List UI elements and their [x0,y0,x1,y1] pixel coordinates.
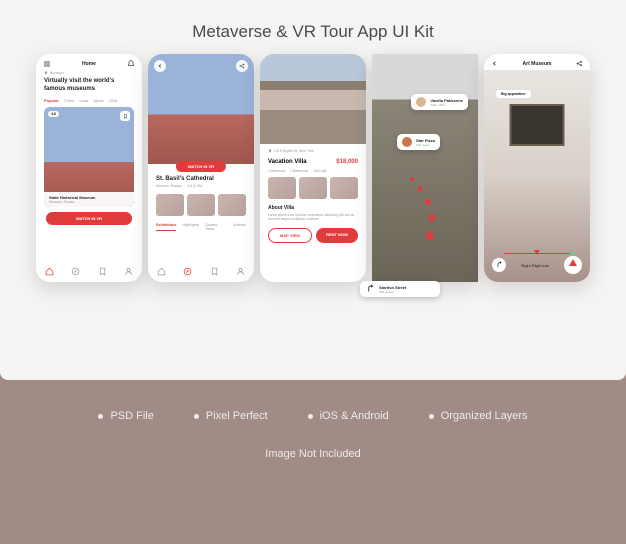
bookmark-icon[interactable] [120,111,130,121]
profile-icon[interactable] [236,267,245,276]
feature-list: PSD File Pixel Perfect iOS & Android Org… [0,380,626,438]
poi-card-pizza[interactable]: Star Pizza 100 meter [397,134,440,150]
amenity-bedrooms: 4 Bedrooms [268,169,285,173]
artwork-label[interactable]: Big apparation [496,90,531,98]
villa-thumbs [260,175,366,201]
map-view-button[interactable]: MAP VIEW [268,228,312,243]
tab-guided[interactable]: Guided Tours [205,223,227,231]
amenities-row: 4 Bedrooms 2 Bathrooms 1200 sqft [260,167,366,175]
bookmark-nav-icon[interactable] [98,267,107,276]
about-text: Lorem ipsum dolor sit amet consectetur a… [260,213,366,222]
amenity-sqft: 1200 sqft [313,169,326,173]
share-button[interactable] [236,60,248,72]
bookmark-nav-icon[interactable] [210,267,219,276]
villa-price: $18,000 [336,159,358,165]
tab-exhibitions[interactable]: Exhibitions [156,223,176,231]
museum-card[interactable]: 4.8 State Historical Museum Moscow, Russ… [44,107,134,207]
feature-layers: Organized Layers [429,410,528,422]
phone-mockups: Home Brooklyn Virtually visit the world'… [0,54,626,282]
share-icon[interactable] [576,60,583,67]
rent-now-button[interactable]: RENT NOW [316,228,358,243]
tab-japan[interactable]: Japan [93,98,104,103]
museum-controls: Slight Right turn [484,256,590,274]
thumb[interactable] [218,194,246,216]
screen-title: Home [82,61,96,67]
compass-icon[interactable] [71,267,80,276]
place-location: Moscow, Russia [156,184,181,188]
feature-pixel: Pixel Perfect [194,410,268,422]
tab-highlights[interactable]: Highlights [182,223,199,231]
watch-vr-button[interactable]: WATCH IN VR [46,212,132,225]
disclaimer-text: Image Not Included [0,438,626,460]
thumb[interactable] [187,194,215,216]
place-meta: Moscow, Russia 4.8 (2.3k) [148,184,254,192]
home-icon[interactable] [45,267,54,276]
card-rating: 4.8 [48,111,59,117]
category-tabs: Popular China India Japan USA [36,98,142,107]
poi-card-patisserie[interactable]: Vanilla Patisserie Cafe • 80m [411,94,468,110]
tab-india[interactable]: India [79,98,88,103]
feature-platforms: iOS & Android [308,410,389,422]
thumb[interactable] [268,177,296,199]
villa-hero-image [260,54,366,144]
tab-popular[interactable]: Popular [44,98,59,103]
hero-heading: Virtually visit the world's famous museu… [36,75,142,98]
bottom-nav [36,263,142,282]
poi-title: Star Pizza [416,138,435,143]
thumbnail-row [148,192,254,218]
menu-icon[interactable] [43,60,51,68]
turn-icon [365,284,375,294]
hero-image: WATCH IN VR [148,54,254,164]
nav-hint: Slight Right turn [521,263,549,268]
tab-usa[interactable]: USA [109,98,117,103]
compass-icon[interactable] [564,256,582,274]
screen-museum: Art Museum Big apparation Slight Right t… [484,54,590,282]
turn-right-button[interactable] [492,258,506,272]
villa-address: 1315 Eighth St, New York [260,144,366,153]
thumb[interactable] [156,194,184,216]
compass-icon[interactable] [183,267,192,276]
feature-psd: PSD File [98,410,153,422]
museum-title: Art Museum [523,61,552,67]
place-rating: 4.8 (2.3k) [187,184,202,188]
thumb[interactable] [299,177,327,199]
ar-path-icon [402,174,452,254]
thumb[interactable] [330,177,358,199]
watch-vr-pill[interactable]: WATCH IN VR [176,161,226,172]
back-icon[interactable] [491,60,498,67]
poi-distance: 100 meter [416,143,435,147]
tab-artwork[interactable]: Artwork [233,223,246,231]
about-heading: About Villa [260,201,366,213]
museum-scene: Big apparation Slight Right turn [484,70,590,282]
screen-ar-street: Vanilla Patisserie Cafe • 80m Star Pizza… [372,54,478,282]
poi-distance: Cafe • 80m [430,103,463,107]
street-background: Vanilla Patisserie Cafe • 80m Star Pizza… [372,54,478,282]
poi-avatar [416,97,426,107]
progress-slider[interactable] [504,253,570,254]
back-button[interactable] [154,60,166,72]
street-distance: 300 meters [379,290,406,294]
card-subtitle: Moscow, Russia [49,200,129,204]
home-icon[interactable] [157,267,166,276]
button-row: MAP VIEW RENT NOW [260,222,366,249]
poi-title: Vanilla Patisserie [430,98,463,103]
poi-avatar [402,137,412,147]
bottom-nav [148,263,254,282]
tab-china[interactable]: China [64,98,74,103]
painting[interactable] [510,104,565,146]
villa-title: Vacation Villa [268,159,307,165]
artwork-name: Big apparation [501,92,526,96]
detail-tabs: Exhibitions Highlights Guided Tours Artw… [148,218,254,233]
amenity-bathrooms: 2 Bathrooms [290,169,308,173]
back-button[interactable] [260,54,366,63]
street-name: Starfish Street [379,285,406,290]
screen-villa: 1315 Eighth St, New York Vacation Villa … [260,54,366,282]
direction-card[interactable]: Starfish Street 300 meters [360,281,440,297]
profile-icon[interactable] [124,267,133,276]
screen-detail: WATCH IN VR St. Basil's Cathedral Moscow… [148,54,254,282]
screen-home: Home Brooklyn Virtually visit the world'… [36,54,142,282]
bell-icon[interactable] [127,60,135,68]
kit-title: Metaverse & VR Tour App UI Kit [0,0,626,54]
